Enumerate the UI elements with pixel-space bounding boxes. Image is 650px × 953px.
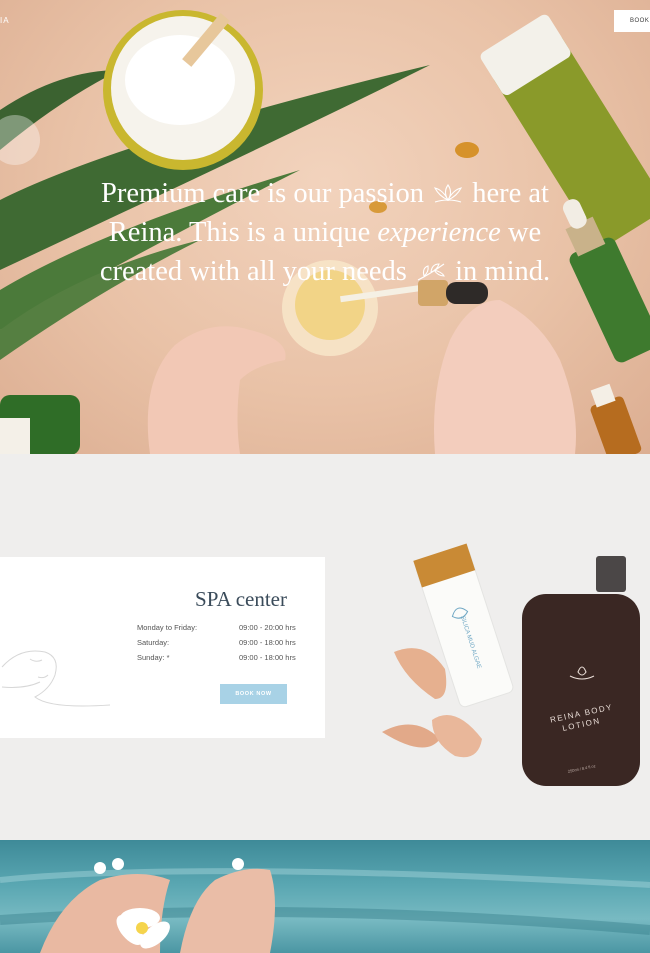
face-sketch-illustration	[1, 650, 111, 707]
hours-time: 09:00 - 18:00 hrs	[239, 638, 296, 647]
hours-row: Sunday: * 09:00 - 18:00 hrs	[137, 650, 297, 665]
opening-hours: Monday to Friday: 09:00 - 20:00 hrs Satu…	[137, 620, 297, 665]
headline-line3-a: created with all your needs	[99, 256, 407, 287]
headline-line2-a: Reina. This is a unique	[108, 217, 371, 248]
brand-logo-fragment[interactable]: IA	[0, 16, 10, 25]
hours-day: Saturday:	[137, 638, 170, 647]
hours-row: Saturday: 09:00 - 18:00 hrs	[137, 635, 297, 650]
hours-time: 09:00 - 20:00 hrs	[239, 623, 296, 632]
product-image: SILICA MUD ALGAE REINA BODY LOTION 250ml…	[382, 543, 640, 786]
headline-line1-a: Premium care is our passion	[101, 178, 424, 209]
hero-headline: Premium care is our passion here at Rein…	[0, 174, 650, 291]
book-now-button[interactable]: BOOK NOW	[220, 684, 287, 704]
spa-info-card: SPA center Monday to Friday: 09:00 - 20:…	[0, 557, 325, 738]
hours-row: Monday to Friday: 09:00 - 20:00 hrs	[137, 620, 297, 635]
leaf-sprig-icon	[417, 263, 445, 281]
hours-time: 09:00 - 18:00 hrs	[239, 653, 296, 662]
spa-title: SPA center	[195, 587, 287, 611]
spa-section: SPA center Monday to Friday: 09:00 - 20:…	[0, 454, 650, 840]
hero-section: IA BOOK Premium care is our passion here…	[0, 0, 650, 454]
headline-line2-b: we	[507, 217, 542, 248]
book-button[interactable]: BOOK	[614, 10, 650, 32]
hours-day: Monday to Friday:	[137, 623, 198, 632]
lotus-icon	[434, 184, 463, 203]
feet-illustration	[0, 858, 650, 953]
headline-line1-b: here at	[472, 178, 549, 209]
hours-day: Sunday: *	[137, 653, 170, 662]
headline-emphasis: experience	[377, 217, 501, 248]
headline-line3-b: in mind.	[455, 256, 551, 287]
pool-feet-image	[0, 840, 650, 953]
